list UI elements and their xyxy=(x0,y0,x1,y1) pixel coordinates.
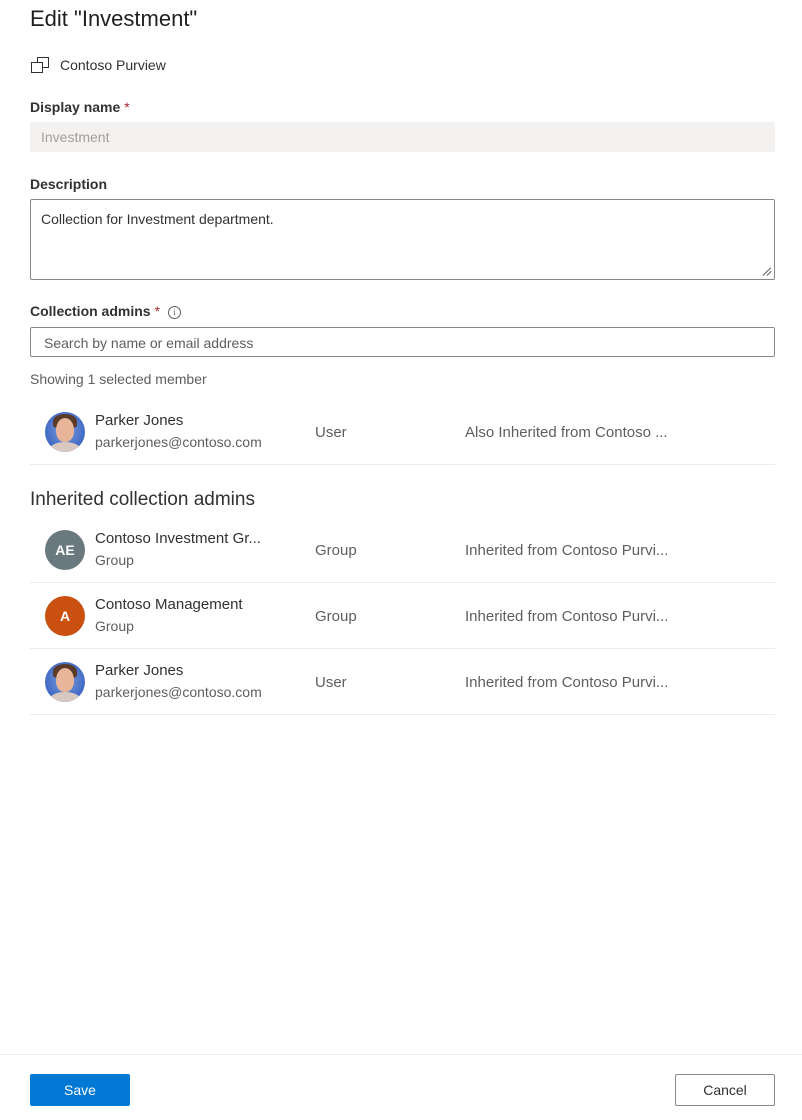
admin-name: Contoso Investment Gr... xyxy=(95,530,261,547)
admin-subtitle: Group xyxy=(95,552,134,568)
collection-icon xyxy=(30,55,50,75)
breadcrumb-label: Contoso Purview xyxy=(60,57,166,73)
admin-inheritance: Inherited from Contoso Purvi... xyxy=(465,674,669,691)
admin-type: Group xyxy=(315,608,357,625)
admin-search-input[interactable]: Search by name or email address xyxy=(30,327,775,357)
admin-subtitle: Group xyxy=(95,618,134,634)
description-field[interactable]: Collection for Investment department. xyxy=(30,199,775,280)
member-type: User xyxy=(315,424,347,441)
admin-name: Contoso Management xyxy=(95,596,243,613)
breadcrumb: Contoso Purview xyxy=(30,55,166,75)
selection-count: Showing 1 selected member xyxy=(30,371,207,387)
member-email: parkerjones@contoso.com xyxy=(95,434,262,450)
save-button[interactable]: Save xyxy=(30,1074,130,1106)
info-icon[interactable]: i xyxy=(168,306,182,319)
inherited-admin-row: A Contoso Management Group Group Inherit… xyxy=(30,583,775,649)
collection-admins-label: Collection admins * i xyxy=(30,303,182,319)
resize-handle-icon[interactable] xyxy=(762,267,772,277)
member-inheritance: Also Inherited from Contoso ... xyxy=(465,424,668,441)
avatar: A xyxy=(45,596,85,636)
edit-collection-panel: Edit "Investment" Contoso Purview Displa… xyxy=(0,0,802,1120)
selected-member-row[interactable]: Parker Jones parkerjones@contoso.com Use… xyxy=(30,399,775,465)
admin-inheritance: Inherited from Contoso Purvi... xyxy=(465,608,669,625)
cancel-button[interactable]: Cancel xyxy=(675,1074,775,1106)
admin-type: Group xyxy=(315,542,357,559)
avatar xyxy=(45,412,85,452)
admin-name: Parker Jones xyxy=(95,662,184,679)
description-label: Description xyxy=(30,176,108,192)
display-name-field: Investment xyxy=(30,122,775,152)
required-marker: * xyxy=(154,303,161,319)
avatar: AE xyxy=(45,530,85,570)
avatar xyxy=(45,662,85,702)
display-name-label: Display name * xyxy=(30,99,130,115)
inherited-admin-row: AE Contoso Investment Gr... Group Group … xyxy=(30,517,775,583)
member-name: Parker Jones xyxy=(95,412,184,429)
footer-divider xyxy=(0,1054,802,1055)
admin-inheritance: Inherited from Contoso Purvi... xyxy=(465,542,669,559)
admin-subtitle: parkerjones@contoso.com xyxy=(95,684,262,700)
inherited-admins-title: Inherited collection admins xyxy=(30,489,255,510)
description-text: Collection for Investment department. xyxy=(41,211,274,227)
page-title: Edit "Investment" xyxy=(30,6,198,31)
inherited-admin-row: Parker Jones parkerjones@contoso.com Use… xyxy=(30,649,775,715)
required-marker: * xyxy=(124,99,130,115)
admin-type: User xyxy=(315,674,347,691)
